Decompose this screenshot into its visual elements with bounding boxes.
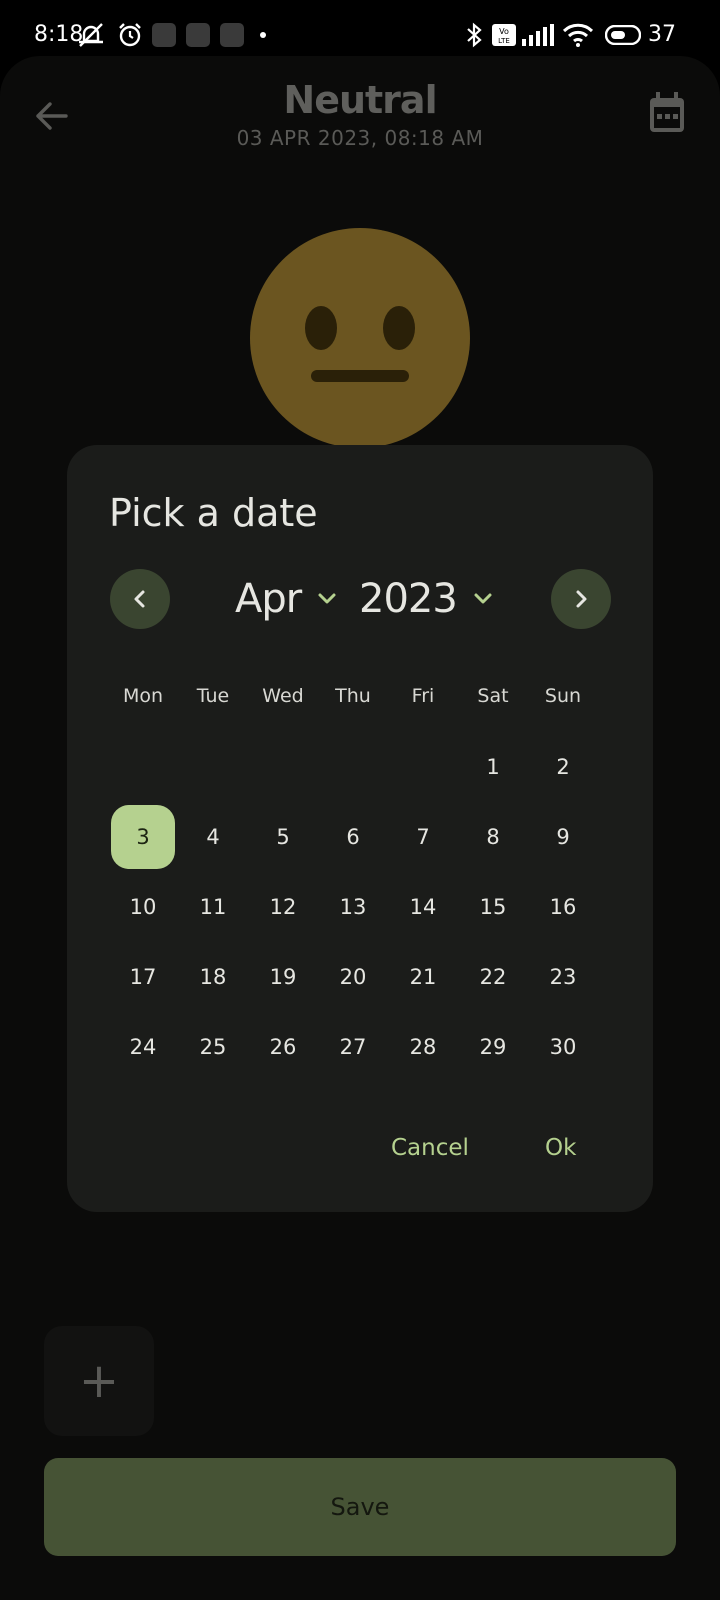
calendar-day[interactable]: 5 (251, 805, 315, 869)
chevron-down-icon (318, 593, 336, 604)
weekday-label: Tue (196, 685, 230, 707)
weekday-header: Mon Tue Wed Thu Fri Sat Sun (77, 685, 647, 715)
calendar-day[interactable]: 26 (251, 1015, 315, 1079)
ok-button[interactable]: Ok (545, 1135, 576, 1161)
calendar-day[interactable]: 28 (391, 1015, 455, 1079)
cancel-button[interactable]: Cancel (391, 1135, 469, 1161)
calendar-day[interactable]: 1 (461, 735, 525, 799)
calendar-day[interactable]: 24 (111, 1015, 175, 1079)
calendar-day[interactable]: 10 (111, 875, 175, 939)
face-eye (305, 306, 337, 350)
previous-month-button[interactable] (110, 569, 170, 629)
calendar-day[interactable]: 21 (391, 945, 455, 1009)
calendar-day[interactable]: 25 (181, 1015, 245, 1079)
weekday-label: Sun (544, 685, 582, 707)
muted-bell-icon (76, 22, 106, 48)
month-dropdown[interactable]: Apr (235, 571, 339, 627)
calendar-day[interactable]: 16 (531, 875, 595, 939)
calendar-day[interactable]: 27 (321, 1015, 385, 1079)
calendar-day[interactable]: 8 (461, 805, 525, 869)
calendar-day-grid: 1 2 3 4 5 6 7 8 9 10 11 12 13 14 15 16 17 18 19 20 21 22 23 24 2… (77, 735, 647, 1095)
add-activity-button[interactable]: + (44, 1326, 154, 1436)
svg-text:LTE: LTE (498, 37, 510, 45)
chevron-left-icon (134, 590, 145, 608)
calendar-day[interactable]: 14 (391, 875, 455, 939)
calendar-day[interactable]: 15 (461, 875, 525, 939)
calendar-day[interactable]: 30 (531, 1015, 595, 1079)
next-month-button[interactable] (551, 569, 611, 629)
calendar-day[interactable]: 2 (531, 735, 595, 799)
calendar-day[interactable]: 6 (321, 805, 385, 869)
neutral-face-icon[interactable] (250, 228, 470, 448)
year-dropdown[interactable]: 2023 (359, 571, 495, 627)
face-mouth (311, 370, 409, 382)
calendar-day[interactable]: 20 (321, 945, 385, 1009)
calendar-day[interactable]: 19 (251, 945, 315, 1009)
weekday-label: Fri (411, 685, 435, 707)
dialog-title: Pick a date (109, 491, 318, 535)
save-button[interactable]: Save (44, 1458, 676, 1556)
battery-icon (604, 22, 642, 48)
weekday-label: Thu (335, 685, 371, 707)
dot-icon (258, 22, 268, 48)
svg-text:Vo: Vo (499, 27, 509, 36)
calendar-day[interactable]: 4 (181, 805, 245, 869)
calendar-day[interactable]: 12 (251, 875, 315, 939)
weekday-label: Sat (477, 685, 509, 707)
calendar-day[interactable]: 9 (531, 805, 595, 869)
calendar-day[interactable]: 7 (391, 805, 455, 869)
calendar-day[interactable]: 23 (531, 945, 595, 1009)
date-picker-dialog: Pick a date Apr 2023 Mon Tue Wed Thu Fri… (67, 445, 653, 1212)
bluetooth-icon (462, 22, 486, 48)
calendar-icon (650, 92, 684, 132)
chevron-down-icon (474, 593, 492, 604)
app-icon (152, 23, 176, 47)
weekday-label: Mon (122, 685, 164, 707)
calendar-day[interactable]: 22 (461, 945, 525, 1009)
weekday-label: Wed (262, 685, 304, 707)
app-icon (220, 23, 244, 47)
app-icon (186, 23, 210, 47)
calendar-day-selected[interactable]: 3 (111, 805, 175, 869)
calendar-day[interactable]: 29 (461, 1015, 525, 1079)
chevron-right-icon (576, 590, 587, 608)
selected-month: Apr (235, 576, 302, 622)
battery-level: 37 (648, 22, 676, 47)
calendar-day[interactable]: 11 (181, 875, 245, 939)
alarm-icon (116, 22, 144, 48)
entry-datetime[interactable]: 03 APR 2023, 08:18 AM (0, 126, 720, 150)
face-eye (383, 306, 415, 350)
calendar-day[interactable]: 17 (111, 945, 175, 1009)
calendar-day[interactable]: 13 (321, 875, 385, 939)
signal-icon (522, 22, 554, 48)
wifi-icon (562, 22, 594, 48)
mood-title: Neutral (283, 78, 437, 122)
selected-year: 2023 (359, 576, 458, 622)
calendar-day[interactable]: 18 (181, 945, 245, 1009)
dialog-actions: Cancel Ok (67, 1135, 653, 1175)
volte-icon: Vo LTE (492, 22, 516, 48)
calendar-button[interactable] (648, 92, 688, 136)
